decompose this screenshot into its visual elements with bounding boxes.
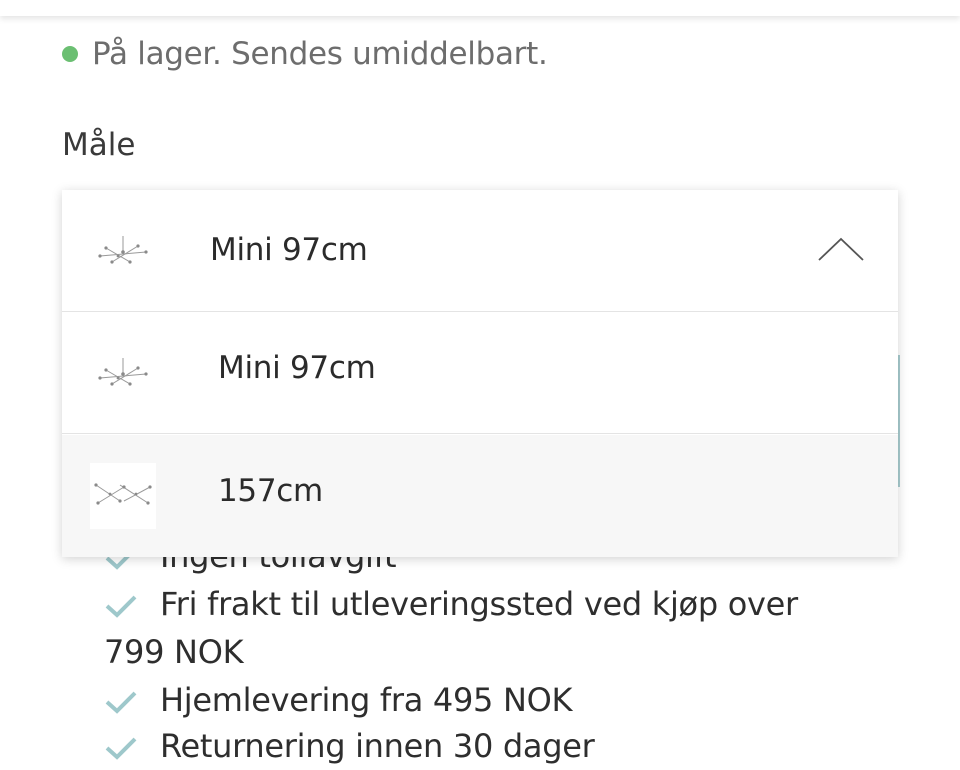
size-option-mini-97cm[interactable]: Mini 97cm	[62, 312, 898, 434]
size-option-label: Mini 97cm	[218, 350, 376, 386]
size-option-157cm[interactable]: 157cm	[62, 435, 898, 557]
feature-item: Fri frakt til utleveringssted ved kjøp o…	[104, 580, 864, 676]
size-dropdown[interactable]: Mini 97cm Mini 97cm 157cm	[62, 190, 898, 557]
chevron-up-icon[interactable]	[816, 234, 866, 264]
feature-text: Fri frakt til utleveringssted ved kjøp o…	[104, 585, 798, 671]
size-option-label: 157cm	[218, 473, 323, 509]
selected-size-text: Mini 97cm	[210, 232, 368, 268]
feature-item: Returnering innen 30 dager	[104, 722, 595, 770]
chandelier-mini-thumbnail-icon	[98, 357, 148, 386]
chandelier-mini-thumbnail-icon	[98, 235, 148, 264]
feature-text: Returnering innen 30 dager	[160, 727, 595, 765]
check-icon	[104, 736, 144, 760]
check-icon	[104, 690, 144, 714]
feature-text: Hjemlevering fra 495 NOK	[160, 681, 573, 719]
top-bar	[0, 0, 960, 16]
size-select-toggle[interactable]: Mini 97cm	[62, 190, 898, 312]
check-icon	[104, 594, 144, 618]
chandelier-large-thumbnail-icon	[90, 463, 156, 529]
feature-item: Hjemlevering fra 495 NOK	[104, 676, 573, 724]
